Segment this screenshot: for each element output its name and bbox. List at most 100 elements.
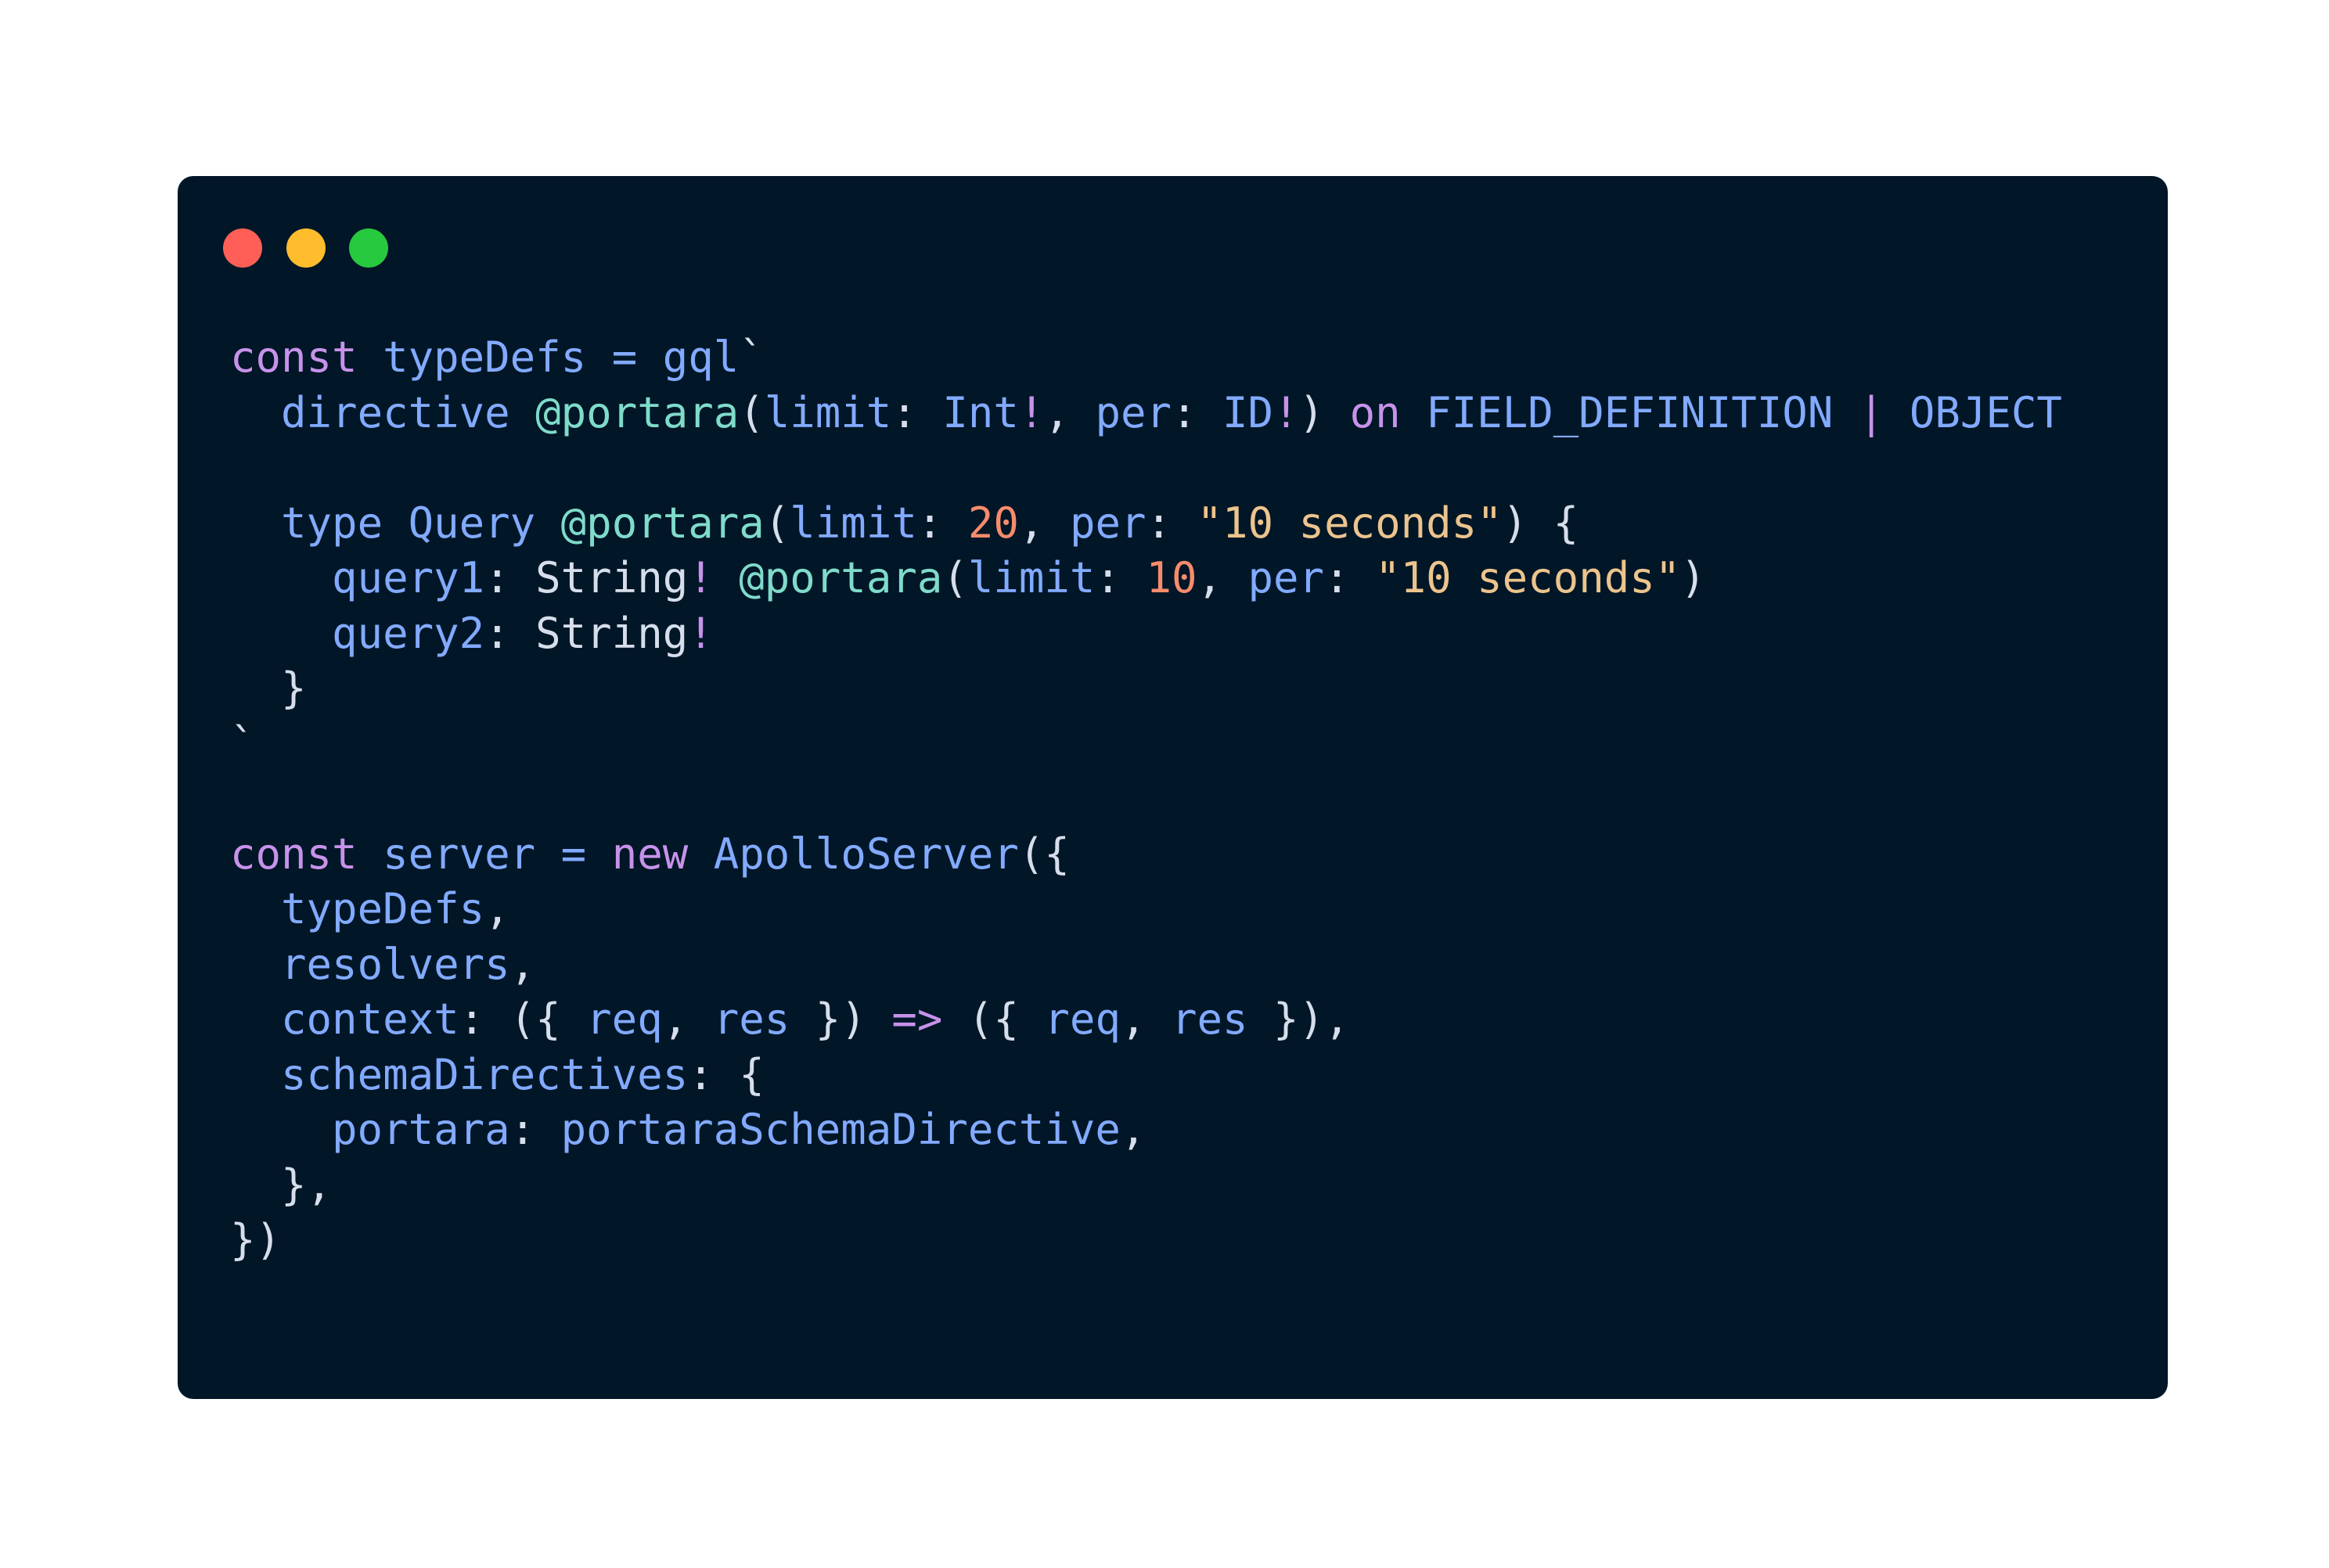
code-token-identifier: schemaDirectives bbox=[281, 1049, 689, 1099]
code-token-punctuation: : bbox=[1172, 387, 1223, 437]
code-token-punctuation: ) bbox=[1680, 553, 1706, 602]
code-token-punctuation: }) bbox=[790, 994, 892, 1044]
code-token-punctuation: } bbox=[230, 664, 307, 713]
code-token-punctuation: , bbox=[1197, 553, 1248, 602]
code-token-operator: | bbox=[1858, 387, 1884, 437]
code-token-operator: ! bbox=[1273, 387, 1299, 437]
code-token-identifier: FIELD_DEFINITION bbox=[1426, 387, 1834, 437]
code-token-punctuation bbox=[230, 884, 281, 933]
code-line: query2: String! bbox=[230, 606, 2062, 662]
code-token-identifier: type bbox=[281, 498, 383, 548]
code-token-identifier: server bbox=[383, 829, 536, 879]
code-token-operator: ! bbox=[688, 553, 714, 602]
code-token-identifier: query2 bbox=[332, 608, 485, 658]
code-token-identifier: query1 bbox=[332, 553, 485, 602]
code-token-punctuation: , bbox=[1120, 994, 1172, 1044]
code-token-punctuation bbox=[586, 829, 612, 879]
code-token-identifier: portaraSchemaDirective bbox=[560, 1105, 1121, 1154]
code-token-punctuation: , bbox=[484, 884, 510, 933]
code-token-punctuation bbox=[230, 940, 281, 989]
code-token-directive: @portara bbox=[535, 387, 740, 437]
code-line: ​ bbox=[230, 441, 2062, 496]
code-token-punctuation: , bbox=[1044, 387, 1096, 437]
code-token-punctuation: : bbox=[1146, 498, 1197, 548]
code-token-punctuation: : bbox=[509, 1105, 561, 1154]
code-token-punctuation: ` bbox=[230, 718, 256, 768]
code-line: portara: portaraSchemaDirective, bbox=[230, 1102, 2062, 1158]
code-token-punctuation: : bbox=[916, 498, 968, 548]
code-token-identifier: = bbox=[560, 829, 587, 879]
zoom-dot-icon[interactable] bbox=[349, 228, 388, 268]
code-line: ​ bbox=[230, 771, 2062, 827]
code-token-punctuation bbox=[383, 498, 409, 548]
code-token-punctuation: ) bbox=[1298, 387, 1350, 437]
code-token-punctuation: , bbox=[509, 939, 536, 989]
code-token-punctuation: ` bbox=[739, 333, 765, 382]
code-token-keyword: on bbox=[1349, 387, 1401, 437]
code-token-punctuation: ( bbox=[942, 553, 968, 602]
code-token-identifier: context bbox=[281, 994, 459, 1044]
code-token-identifier: req bbox=[1044, 994, 1121, 1044]
code-token-identifier: OBJECT bbox=[1909, 387, 2062, 437]
code-token-identifier: per bbox=[1069, 498, 1147, 548]
code-token-punctuation: ) { bbox=[1502, 498, 1579, 548]
code-token-punctuation: ( bbox=[739, 387, 765, 437]
code-token-punctuation bbox=[1884, 388, 1910, 437]
close-dot-icon[interactable] bbox=[223, 228, 262, 268]
code-token-operator: ! bbox=[1018, 387, 1045, 437]
code-token-punctuation: ({ bbox=[942, 994, 1045, 1044]
code-line: context: ({ req, res }) => ({ req, res }… bbox=[230, 992, 2062, 1048]
code-token-punctuation: : ({ bbox=[459, 994, 587, 1044]
code-token-identifier: per bbox=[1247, 553, 1325, 602]
code-token-type: String bbox=[535, 608, 689, 658]
minimize-dot-icon[interactable] bbox=[286, 228, 326, 268]
code-token-identifier: per bbox=[1095, 387, 1172, 437]
code-token-identifier: ID bbox=[1222, 387, 1274, 437]
code-line: type Query @portara(limit: 20, per: "10 … bbox=[230, 496, 2062, 552]
code-token-identifier: limit bbox=[967, 553, 1096, 602]
code-token-identifier: req bbox=[586, 994, 663, 1044]
code-line: typeDefs, bbox=[230, 882, 2062, 937]
code-token-keyword: const bbox=[230, 829, 358, 879]
code-token-punctuation bbox=[358, 829, 383, 879]
code-token-punctuation: }, bbox=[230, 1160, 333, 1210]
code-token-punctuation bbox=[230, 388, 281, 437]
code-token-punctuation: : bbox=[484, 608, 536, 658]
code-token-type: String bbox=[535, 553, 689, 602]
code-token-identifier: portara bbox=[332, 1105, 510, 1154]
code-token-punctuation bbox=[230, 1105, 332, 1154]
code-token-punctuation bbox=[230, 609, 332, 658]
code-token-punctuation bbox=[535, 829, 561, 879]
code-block: const typeDefs = gql` directive @portara… bbox=[230, 330, 2062, 1268]
code-token-punctuation bbox=[230, 498, 281, 548]
code-token-identifier: resolvers bbox=[281, 939, 510, 989]
code-token-punctuation: }) bbox=[230, 1215, 282, 1264]
code-token-number: 20 bbox=[967, 498, 1019, 548]
code-token-keyword: new bbox=[611, 829, 689, 879]
code-line: resolvers, bbox=[230, 937, 2062, 993]
code-token-punctuation: ( bbox=[764, 498, 790, 548]
code-token-string: "10 seconds" bbox=[1375, 553, 1681, 602]
code-token-directive: @portara bbox=[560, 498, 765, 548]
code-token-punctuation: : bbox=[1095, 553, 1147, 602]
code-token-identifier: limit bbox=[790, 498, 917, 548]
code-token-punctuation bbox=[688, 829, 714, 879]
code-token-punctuation: , bbox=[662, 994, 714, 1044]
code-token-punctuation: : bbox=[1324, 553, 1376, 602]
code-token-punctuation bbox=[637, 333, 663, 382]
code-token-identifier: typeDefs bbox=[281, 884, 485, 933]
code-line: const server = new ApolloServer({ bbox=[230, 827, 2062, 883]
code-token-operator: => bbox=[891, 994, 943, 1044]
code-token-string: "10 seconds" bbox=[1197, 498, 1503, 548]
code-line: query1: String! @portara(limit: 10, per:… bbox=[230, 551, 2062, 606]
code-token-identifier: typeDefs bbox=[383, 333, 587, 382]
code-window: const typeDefs = gql` directive @portara… bbox=[178, 176, 2168, 1399]
code-token-punctuation: : { bbox=[688, 1049, 765, 1099]
code-line: ` bbox=[230, 717, 2062, 772]
code-line: }) bbox=[230, 1213, 2062, 1268]
code-token-punctuation: , bbox=[1018, 498, 1070, 548]
code-line: } bbox=[230, 661, 2062, 717]
code-token-punctuation bbox=[230, 553, 332, 602]
code-token-punctuation: , bbox=[1120, 1105, 1147, 1154]
code-token-punctuation bbox=[714, 553, 740, 602]
